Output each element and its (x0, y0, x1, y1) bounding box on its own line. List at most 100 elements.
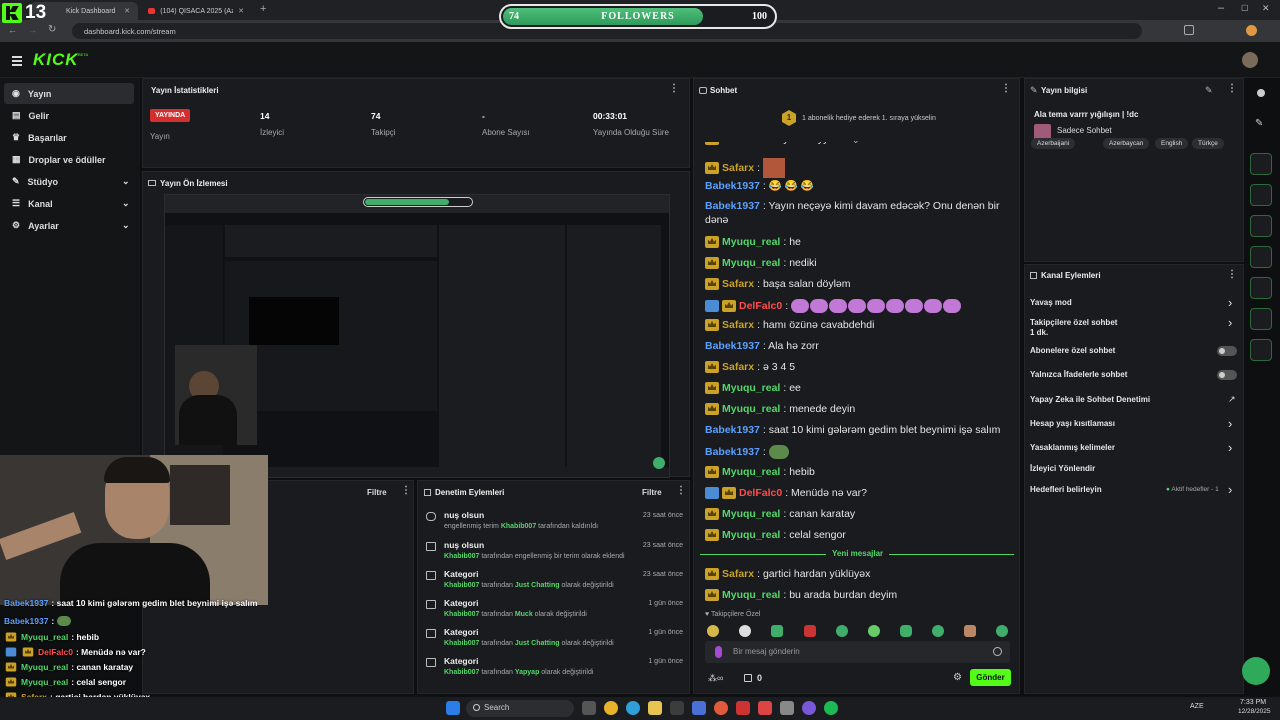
clipboard-icon[interactable] (1250, 308, 1272, 330)
emote-icon[interactable] (771, 625, 783, 637)
chevron-right-icon[interactable]: › (1228, 440, 1232, 455)
channel-action-label[interactable]: İzleyici Yönlendir (1030, 464, 1095, 473)
chat-message[interactable]: Safarx: gartici hardan yüklüyəx (705, 568, 870, 580)
chevron-right-icon[interactable]: › (1228, 416, 1232, 431)
chat-message[interactable]: Babek1937: Yayın neçəyə kimi davam edəcə… (705, 200, 999, 212)
filter-button[interactable]: Filtre (367, 488, 387, 497)
chat-username[interactable]: Babek1937 (705, 180, 760, 192)
edge-icon[interactable] (626, 701, 640, 715)
start-icon[interactable] (446, 701, 460, 715)
spotify-icon[interactable] (824, 701, 838, 715)
chat-username[interactable]: Safarx (722, 361, 754, 373)
wrench-icon[interactable] (1250, 339, 1272, 361)
chat-message[interactable]: Safarx: ə 3 4 5 (705, 361, 795, 373)
chat-message[interactable]: Myuqu_real: hebib (705, 466, 815, 478)
channel-action-label[interactable]: Hesap yaşı kısıtlaması (1030, 419, 1115, 428)
mic-icon[interactable] (715, 646, 722, 658)
toggle-switch[interactable] (1217, 346, 1237, 356)
chat-message[interactable]: Myuqu_real: celal sengor (705, 529, 846, 541)
sidebar-item-ayarlar[interactable]: ⚙ Ayarlar ⌄ (4, 215, 134, 236)
chat-username[interactable]: Safarx (722, 278, 754, 290)
chevron-right-icon[interactable]: › (1228, 315, 1232, 330)
chat-settings-icon[interactable]: ⚙ (953, 672, 962, 683)
more-icon[interactable]: ⋮ (676, 485, 686, 496)
task-view-icon[interactable] (582, 701, 596, 715)
moderation-item[interactable]: Kategori Khabib007 tarafından Just Chatti… (426, 627, 688, 653)
chat-username[interactable]: Babek1937 (705, 200, 760, 212)
chat-username[interactable]: Babek1937 (705, 340, 760, 352)
chat-message[interactable]: Babek1937: Ala hə zorr (705, 340, 819, 352)
moderator-name[interactable]: Khabib007 (444, 611, 479, 618)
emote-icon[interactable] (900, 625, 912, 637)
menu-icon[interactable] (12, 56, 22, 66)
moderation-item[interactable]: Kategori Khabib007 tarafından Muck olarak… (426, 598, 688, 624)
reload-icon[interactable]: ↻ (48, 24, 56, 35)
chat-message[interactable]: Safarx: (705, 158, 786, 178)
chat-message[interactable]: Myuqu_real: nediki (705, 257, 817, 269)
chat-message[interactable]: Babek1937: (705, 445, 789, 459)
chat-message[interactable]: Myuqu_real: menede deyin (705, 403, 855, 415)
sidebar-item-basarilar[interactable]: ♛ Başarılar (4, 127, 134, 148)
browser-tab-youtube[interactable]: (104) QISACA 2025 (Azərbaycan... ✕ (140, 2, 252, 20)
chat-username[interactable]: DelFalc0 (739, 487, 782, 499)
chat-message[interactable]: Myuqu_real: he (705, 236, 801, 248)
document-icon[interactable] (1250, 215, 1272, 237)
channel-action-label[interactable]: Hedefleri belirleyin (1030, 485, 1102, 494)
channel-action-label[interactable]: Yavaş mod (1030, 298, 1072, 307)
chat-username[interactable]: Safarx (722, 319, 754, 331)
channel-action-label[interactable]: Yalnızca İfadelerle sohbet (1030, 370, 1127, 379)
chat-bubble-icon[interactable] (1250, 246, 1272, 268)
kick-logo[interactable]: KICK (33, 50, 79, 70)
chat-message[interactable]: DelFalc0: Menüdə nə var? (705, 487, 867, 499)
sidebar-item-gelir[interactable]: ▤ Gelir (4, 105, 134, 126)
chat-username[interactable]: Myuqu_real (722, 466, 780, 478)
app-icon[interactable] (670, 701, 684, 715)
category-name[interactable]: Sadece Sohbet (1057, 126, 1112, 135)
window-close-icon[interactable]: ✕ (1262, 3, 1270, 14)
moderation-item[interactable]: nuş olsun engellenmiş terim Khabib007 tar… (426, 510, 688, 536)
chat-message[interactable]: Babek1937: saat 10 kimi gələrəm gedim bl… (705, 424, 1000, 436)
chat-username[interactable]: Safarx (722, 162, 754, 174)
emote-icon[interactable] (868, 625, 880, 637)
avatar[interactable] (1242, 52, 1258, 68)
maximize-icon[interactable]: ▢ (1241, 3, 1249, 12)
preview-video[interactable] (164, 194, 670, 478)
pinned-count-icon[interactable] (744, 674, 752, 682)
sidebar-item-studyo[interactable]: ✎ Stüdyo ⌄ (4, 171, 134, 192)
sidebar-item-droplar[interactable]: ▦ Droplar ve ödüller (4, 149, 134, 170)
app-2-icon[interactable] (736, 701, 750, 715)
more-icon[interactable]: ⋮ (401, 485, 411, 496)
chat-input[interactable]: Bir mesaj gönderin (705, 641, 1010, 663)
edit-icon[interactable]: ✎ (1205, 85, 1213, 96)
chat-username[interactable]: Myuqu_real (722, 236, 780, 248)
chat-message[interactable]: Myuqu_real: bu arada burdan deyim (705, 589, 897, 601)
emote-icon[interactable] (739, 625, 751, 637)
chat-message[interactable]: DelFalc0: (705, 299, 962, 313)
chrome-icon[interactable] (604, 701, 618, 715)
emote-icon[interactable] (836, 625, 848, 637)
emote-icon[interactable] (932, 625, 944, 637)
stream-tag[interactable]: English (1155, 138, 1189, 149)
apps-icon[interactable] (1250, 370, 1272, 392)
more-icon[interactable]: ⋮ (669, 83, 679, 94)
app-5-icon[interactable] (802, 701, 816, 715)
more-icon[interactable]: ⋮ (1001, 83, 1011, 94)
chevron-down-icon[interactable]: ⌄ (852, 135, 860, 146)
app-4-icon[interactable] (780, 701, 794, 715)
camera-icon[interactable] (1250, 153, 1272, 175)
chat-message[interactable]: Safarx: hamı özünə cavabdehdi (705, 319, 874, 331)
pencil-rail-icon[interactable]: ✎ (1250, 113, 1272, 135)
toggle-switch[interactable] (1217, 370, 1237, 380)
close-icon[interactable]: ✕ (238, 7, 244, 15)
support-button[interactable] (1242, 657, 1270, 685)
lightning-icon[interactable] (1250, 184, 1272, 206)
profile-icon[interactable] (1246, 25, 1257, 36)
emote-icon[interactable] (964, 625, 976, 637)
more-icon[interactable]: ⋮ (1227, 83, 1237, 94)
chat-username[interactable]: Myuqu_real (722, 529, 780, 541)
channel-action-label[interactable]: Yasaklanmış kelimeler (1030, 443, 1115, 452)
language-indicator[interactable]: AZE (1190, 703, 1204, 710)
moderation-item[interactable]: Kategori Khabib007 tarafından Yapyap olar… (426, 656, 688, 682)
channel-action-label[interactable]: Yapay Zeka ile Sohbet Denetimi (1030, 395, 1150, 404)
broadcast-rail-icon[interactable] (1250, 277, 1272, 299)
